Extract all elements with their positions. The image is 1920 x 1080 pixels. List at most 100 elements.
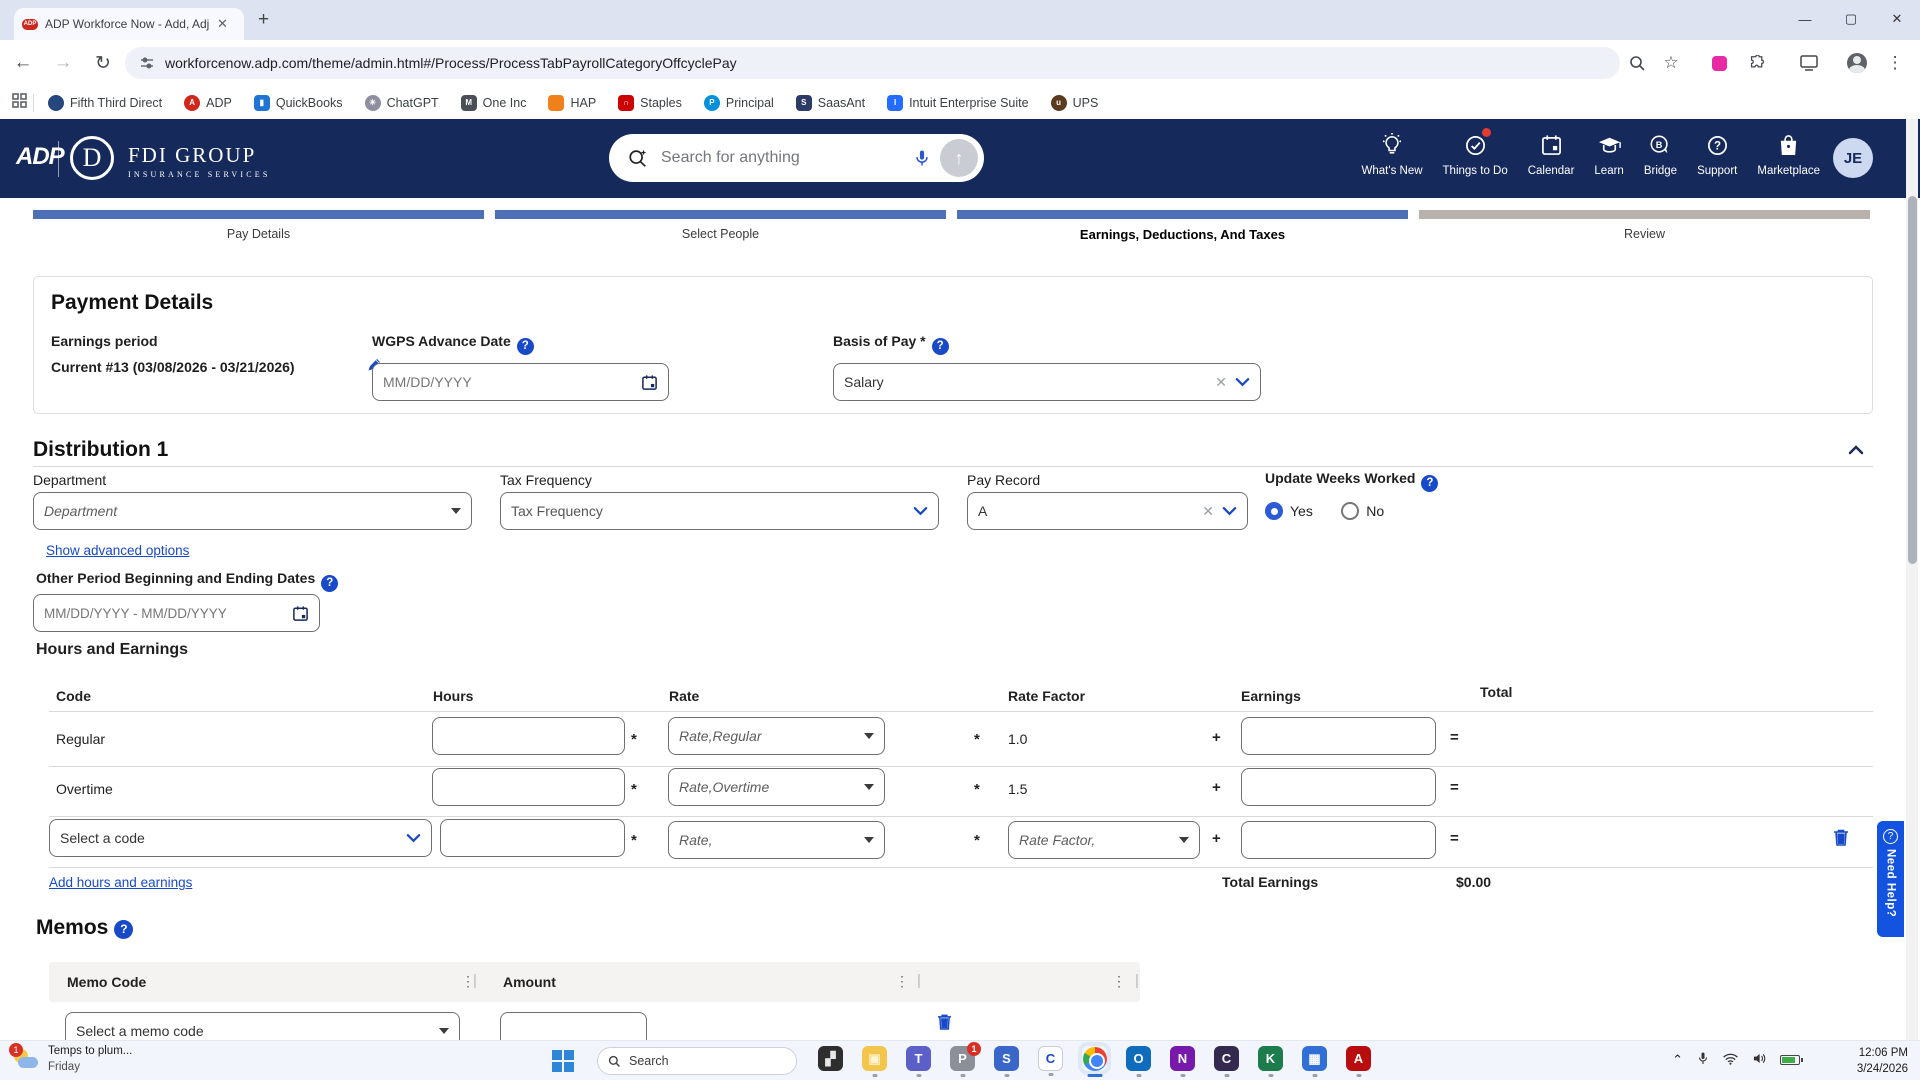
rate-select-overtime[interactable]: Rate,Overtime xyxy=(668,768,885,806)
volume-icon[interactable] xyxy=(1752,1052,1766,1068)
calendar-picker-icon[interactable] xyxy=(292,605,309,622)
browser-menu-kebab-icon[interactable]: ⋮ xyxy=(1884,52,1906,74)
hours-input-regular[interactable] xyxy=(432,717,625,755)
nav-bridge[interactable]: B Bridge xyxy=(1644,131,1677,177)
bookmark-saasant[interactable]: SSaasAnt xyxy=(796,95,865,111)
pay-record-select[interactable]: A ✕ xyxy=(967,492,1248,530)
address-bar[interactable]: workforcenow.adp.com/theme/admin.html#/P… xyxy=(125,47,1620,79)
nav-things-to-do[interactable]: Things to Do xyxy=(1443,131,1508,177)
forward-button[interactable]: → xyxy=(46,46,80,80)
nav-support[interactable]: ? Support xyxy=(1697,131,1737,177)
taskbar-app-acrobat[interactable]: A xyxy=(1346,1046,1371,1071)
bookmark-hap[interactable]: HAP xyxy=(548,95,596,111)
url-text[interactable]: workforcenow.adp.com/theme/admin.html#/P… xyxy=(165,55,737,71)
browser-task-icon[interactable] xyxy=(1798,52,1820,74)
column-menu-kebab-icon[interactable]: ⋮ xyxy=(895,973,909,990)
help-icon[interactable]: ? xyxy=(114,920,133,939)
earnings-input-new[interactable] xyxy=(1241,821,1436,859)
browser-tab[interactable]: ADP ADP Workforce Now - Add, Adj ✕ xyxy=(14,8,244,40)
earnings-input-regular[interactable] xyxy=(1241,717,1436,755)
taskbar-app-file-explorer[interactable]: ▣ xyxy=(862,1046,887,1071)
delete-memo-trash-icon[interactable] xyxy=(937,1013,952,1035)
add-hours-earnings-link[interactable]: Add hours and earnings xyxy=(49,875,192,890)
taskbar-app-chrome[interactable] xyxy=(1082,1046,1107,1071)
help-icon[interactable]: ? xyxy=(517,338,534,355)
column-menu-kebab-icon[interactable]: ⋮ xyxy=(1112,973,1126,990)
user-avatar[interactable]: JE xyxy=(1833,138,1873,178)
bookmark-fifth-third[interactable]: Fifth Third Direct xyxy=(48,95,162,111)
taskbar-app-onenote[interactable]: N xyxy=(1170,1046,1195,1071)
site-settings-icon[interactable] xyxy=(139,55,155,71)
wifi-icon[interactable] xyxy=(1723,1053,1738,1068)
apps-grid-icon[interactable] xyxy=(12,93,27,113)
search-submit-button[interactable]: ↑ xyxy=(940,139,978,177)
tab-close-icon[interactable]: ✕ xyxy=(217,16,228,32)
bookmark-ups[interactable]: uUPS xyxy=(1051,95,1099,111)
bookmark-chatgpt[interactable]: ✳ChatGPT xyxy=(365,95,439,111)
tax-frequency-select[interactable]: Tax Frequency xyxy=(500,492,939,530)
battery-icon[interactable] xyxy=(1780,1055,1800,1065)
nav-marketplace[interactable]: Marketplace xyxy=(1757,131,1820,177)
taskbar-app-outlook[interactable]: O xyxy=(1126,1046,1151,1071)
show-advanced-options-link[interactable]: Show advanced options xyxy=(46,543,189,558)
help-icon[interactable]: ? xyxy=(321,575,338,592)
department-select[interactable]: Department xyxy=(33,492,472,530)
help-icon[interactable]: ? xyxy=(1421,475,1438,492)
need-help-tab[interactable]: ? Need Help? xyxy=(1877,821,1904,937)
taskbar-app-copilot[interactable]: C xyxy=(1038,1046,1063,1071)
window-close-button[interactable]: ✕ xyxy=(1874,0,1920,38)
collapse-chevron-up-icon[interactable] xyxy=(1848,442,1864,460)
nav-learn[interactable]: Learn xyxy=(1594,131,1623,177)
taskbar-app-settings[interactable]: S xyxy=(994,1046,1019,1071)
taskbar-weather-widget[interactable]: 1 Temps to plum... Friday xyxy=(14,1044,132,1075)
browser-profile-avatar[interactable] xyxy=(1846,52,1868,74)
radio-no[interactable] xyxy=(1341,502,1359,520)
nav-calendar[interactable]: Calendar xyxy=(1528,131,1575,177)
bookmark-intuit[interactable]: IIntuit Enterprise Suite xyxy=(887,95,1029,111)
wgps-advance-date-input[interactable]: MM/DD/YYYY xyxy=(372,363,669,401)
taskbar-app-dark[interactable]: C xyxy=(1214,1046,1239,1071)
extensions-puzzle-icon[interactable] xyxy=(1746,52,1768,74)
pinned-extension-icon[interactable] xyxy=(1708,52,1730,74)
zoom-icon[interactable] xyxy=(1626,52,1648,74)
earnings-input-overtime[interactable] xyxy=(1241,768,1436,806)
taskbar-app-green[interactable]: K xyxy=(1258,1046,1283,1071)
page-scrollbar-thumb[interactable] xyxy=(1908,196,1917,564)
microphone-tray-icon[interactable] xyxy=(1697,1051,1709,1069)
rate-select-new[interactable]: Rate, xyxy=(668,821,885,859)
global-search-input[interactable]: Search for anything ↑ xyxy=(609,134,984,182)
tray-expand-chevron[interactable]: ⌃ xyxy=(1672,1052,1683,1068)
taskbar-search[interactable]: Search xyxy=(597,1047,797,1075)
taskbar-app-teams[interactable]: T xyxy=(906,1046,931,1071)
hours-input-new[interactable] xyxy=(440,819,625,857)
taskbar-app-photos[interactable]: ▞ xyxy=(818,1046,843,1071)
back-button[interactable]: ← xyxy=(6,46,40,80)
clear-icon[interactable]: ✕ xyxy=(1215,374,1227,391)
calendar-picker-icon[interactable] xyxy=(641,374,658,391)
taskbar-app-people[interactable]: P1 xyxy=(950,1046,975,1071)
new-tab-button[interactable]: + xyxy=(258,10,269,30)
bookmark-principal[interactable]: PPrincipal xyxy=(704,95,774,111)
window-minimize-button[interactable]: — xyxy=(1782,0,1828,38)
delete-row-trash-icon[interactable] xyxy=(1833,828,1849,851)
bookmark-staples[interactable]: ∩Staples xyxy=(618,95,682,111)
bookmark-one-inc[interactable]: MOne Inc xyxy=(461,95,527,111)
rate-factor-select-new[interactable]: Rate Factor, xyxy=(1008,821,1200,859)
taskbar-app-calculator[interactable]: ▦ xyxy=(1302,1046,1327,1071)
bookmark-star-icon[interactable]: ☆ xyxy=(1660,52,1682,74)
bookmark-adp[interactable]: AADP xyxy=(184,95,232,111)
hours-input-overtime[interactable] xyxy=(432,768,625,806)
start-button[interactable] xyxy=(552,1050,574,1072)
radio-yes[interactable] xyxy=(1265,502,1283,520)
nav-whats-new[interactable]: What's New xyxy=(1362,131,1423,177)
microphone-icon[interactable] xyxy=(912,148,932,168)
taskbar-clock[interactable]: 12:06 PM 3/24/2026 xyxy=(1857,1045,1908,1077)
basis-of-pay-select[interactable]: Salary ✕ xyxy=(833,363,1261,401)
rate-select-regular[interactable]: Rate,Regular xyxy=(668,717,885,755)
other-period-date-range-input[interactable]: MM/DD/YYYY - MM/DD/YYYY xyxy=(33,594,320,632)
reload-button[interactable]: ↻ xyxy=(86,46,120,80)
window-maximize-button[interactable]: ▢ xyxy=(1828,0,1874,38)
help-icon[interactable]: ? xyxy=(932,338,949,355)
clear-icon[interactable]: ✕ xyxy=(1202,503,1214,520)
bookmark-quickbooks[interactable]: ▮QuickBooks xyxy=(254,95,343,111)
